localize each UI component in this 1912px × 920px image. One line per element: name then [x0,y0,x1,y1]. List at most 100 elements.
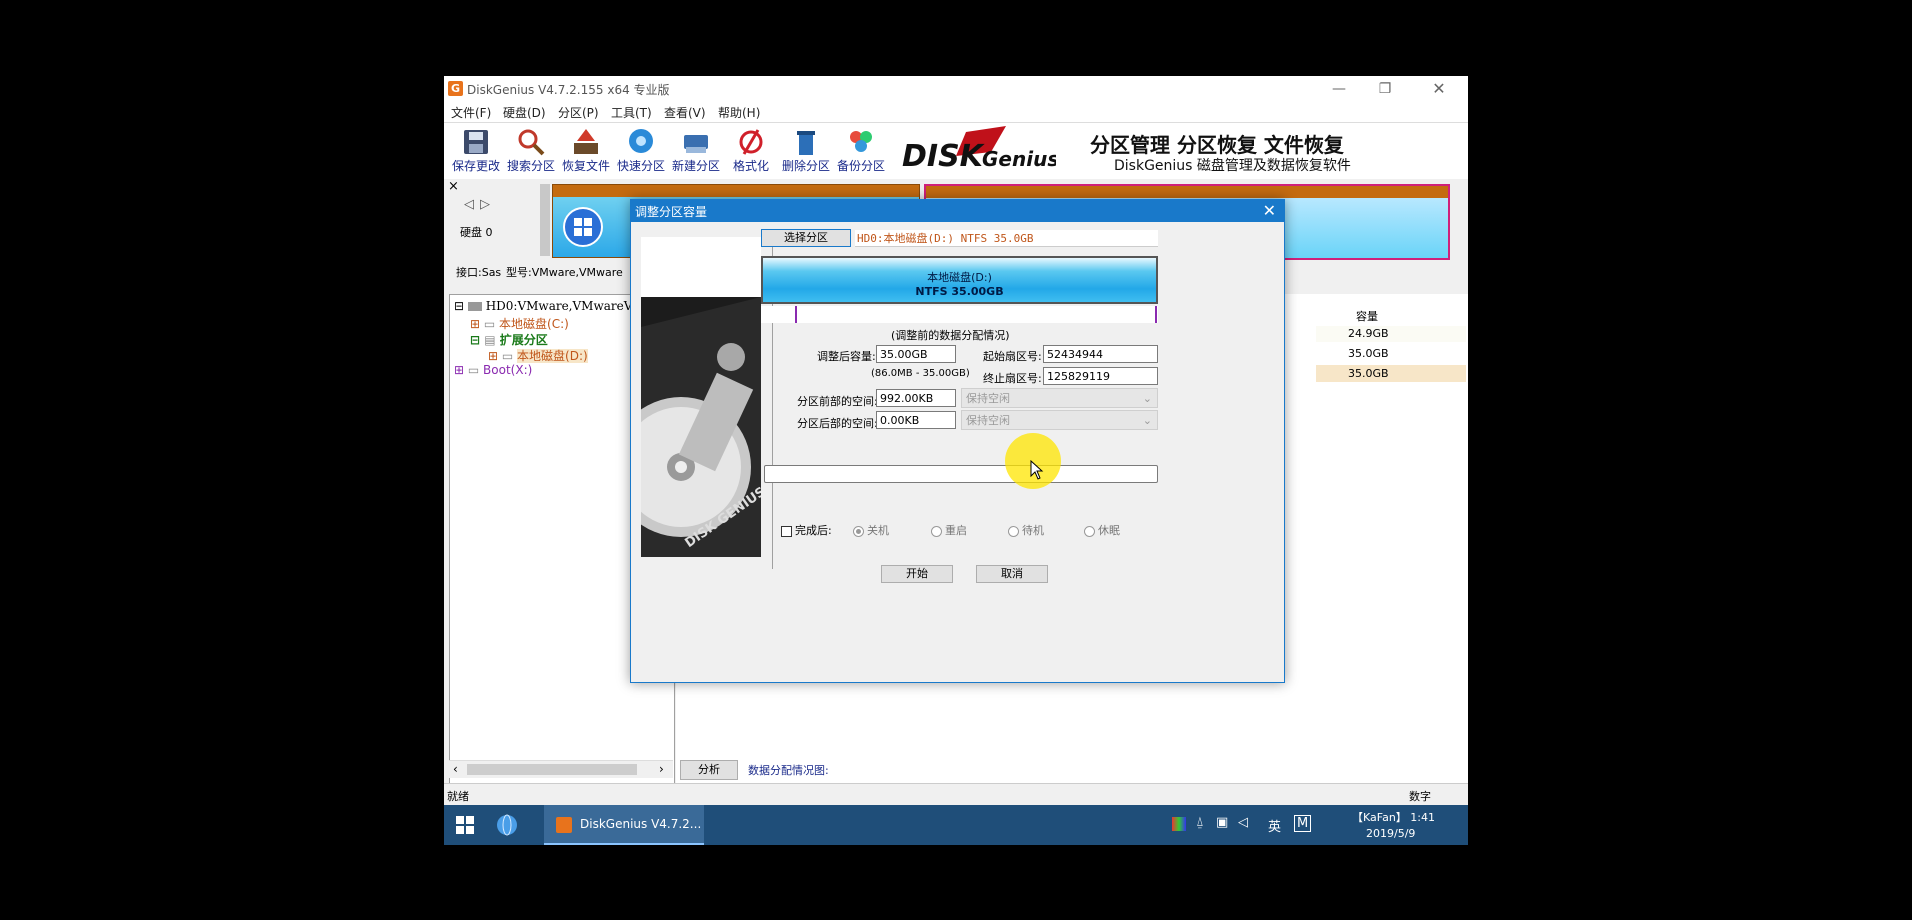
taskbar-app-diskgenius[interactable]: DiskGenius V4.7.2... [544,805,704,845]
quick-partition-button[interactable]: 快速分区 [614,125,668,177]
close-panel-icon[interactable]: × [448,179,459,194]
radio-button[interactable] [931,525,942,537]
clock-date: 2019/5/9 [1366,827,1416,840]
data-distribution-bar [761,306,1158,323]
next-disk-icon[interactable]: ▷ [480,197,490,212]
resize-partition-dialog: 调整分区容量 ✕ DISK GENIUS 选择分区 HD0:本地磁盘(D:) N… [611,199,1285,683]
banner-headline: 分区管理 分区恢复 文件恢复 [1090,133,1344,157]
delete-partition-icon [791,127,821,157]
before-space-input[interactable]: 992.00KB [876,389,956,407]
clock-user: 【KaFan】 1:41 [1352,811,1435,824]
volume-icon[interactable]: ◁ [1238,815,1248,830]
toolbar: 保存更改 搜索分区 恢复文件 快速分区 新建分区 格式化 删除分区 备份分区 D… [444,122,1468,179]
minimize-button[interactable]: — [1316,76,1362,102]
capacity-value: 35.0GB [1348,367,1389,380]
analyze-button[interactable]: 分析 [680,760,738,780]
disk-label: 硬盘 0 [460,226,493,239]
menu-view[interactable]: 查看(V) [664,104,706,121]
radio-shutdown[interactable]: 关机 [853,522,889,538]
usb-icon[interactable]: ⍙ [1196,815,1204,830]
drive-icon: ▭ [467,363,480,377]
scroll-thumb[interactable] [467,764,637,775]
radio-button[interactable] [853,525,864,537]
tree-node-d[interactable]: ⊞ ▭ 本地磁盘(D:) [488,347,588,364]
checkbox[interactable] [781,525,792,537]
before-space-select[interactable]: 保持空闲 ⌄ [961,388,1158,408]
delete-partition-button[interactable]: 删除分区 [779,125,833,177]
dialog-title-bar: 调整分区容量 ✕ [631,200,1284,222]
partition-preview-bar: 本地磁盘(D:) NTFS 35.00GB [761,256,1158,304]
tree-node-boot[interactable]: ⊞ ▭ Boot(X:) [454,363,532,377]
banner: DISK Genius 分区管理 分区恢复 文件恢复 DiskGenius 磁盘… [890,123,1468,179]
prev-disk-icon[interactable]: ◁ [464,197,474,212]
menu-tools[interactable]: 工具(T) [611,104,652,121]
menu-disk[interactable]: 硬盘(D) [503,104,546,121]
format-button[interactable]: 格式化 [724,125,778,177]
save-button[interactable]: 保存更改 [449,125,503,177]
taskbar: DiskGenius V4.7.2... ⍙ ▣ ◁ 英 M 【KaFan】 1… [444,805,1468,845]
tree-node-disk[interactable]: ⊟ HD0:VMware,VMwareVir [454,299,642,313]
svg-text:Genius: Genius [982,147,1056,171]
close-button[interactable]: ✕ [1416,76,1462,102]
dialog-side-image: DISK GENIUS [611,237,769,557]
radio-hibernate[interactable]: 休眠 [1084,522,1120,538]
input-language[interactable]: 英 [1268,816,1281,835]
partition-icon: ▭ [483,317,496,331]
radio-button[interactable] [1008,525,1019,537]
menu-partition[interactable]: 分区(P) [558,104,599,121]
before-space-label: 分区前部的空间: [797,395,878,408]
capacity-header: 容量 [1356,310,1378,323]
network-icon[interactable]: ▣ [1216,815,1228,830]
search-partition-button[interactable]: 搜索分区 [504,125,558,177]
status-bar: 就绪 数字 [444,783,1468,805]
end-sector-label: 终止扇区号: [983,372,1042,385]
select-partition-button[interactable]: 选择分区 [761,229,851,247]
radio-restart[interactable]: 重启 [931,522,967,538]
diskgenius-logo: DISK Genius [896,126,1056,176]
radio-standby[interactable]: 待机 [1008,522,1044,538]
numlock-indicator: 数字 [1409,790,1431,803]
capacity-value: 35.0GB [1348,347,1389,360]
extended-partition-icon: ▤ [484,333,496,347]
start-icon[interactable] [456,816,474,834]
selected-row-bg [1316,365,1466,382]
after-space-input[interactable]: 0.00KB [876,411,956,429]
tray-color-icon[interactable] [1172,817,1186,831]
size-input[interactable]: 35.00GB [876,345,956,363]
progress-bar [764,465,1158,483]
hard-drive-illustration: DISK GENIUS [611,237,769,557]
tree-node-extended[interactable]: ⊟ ▤ 扩展分区 [470,331,548,348]
recover-files-button[interactable]: 恢复文件 [559,125,613,177]
scroll-right-icon[interactable]: › [659,762,664,776]
on-finish-checkbox[interactable]: 完成后: [781,522,832,538]
backup-partition-icon [846,127,876,157]
tree-node-c[interactable]: ⊞ ▭ 本地磁盘(C:) [470,315,569,332]
menu-file[interactable]: 文件(F) [451,104,491,121]
start-sector-input[interactable]: 52434944 [1043,345,1158,363]
quick-partition-icon [626,127,656,157]
scroll-left-icon[interactable]: ‹ [453,762,458,776]
menu-help[interactable]: 帮助(H) [718,104,760,121]
dialog-title: 调整分区容量 [635,205,708,219]
radio-button[interactable] [1084,525,1095,537]
cancel-button[interactable]: 取消 [976,565,1048,583]
after-space-select[interactable]: 保持空闲 ⌄ [961,410,1158,430]
start-button[interactable]: 开始 [881,565,953,583]
distribution-marker [1155,306,1157,323]
taskbar-app-label: DiskGenius V4.7.2... [580,817,702,831]
section-caption: (调整前的数据分配情况) [891,329,1010,342]
browser-icon[interactable] [496,814,518,836]
tree-horizontal-scrollbar[interactable]: ‹ › [449,760,673,778]
partition-icon: ▭ [501,349,514,363]
ime-indicator[interactable]: M [1294,815,1312,832]
menu-bar: 文件(F) 硬盘(D) 分区(P) 工具(T) 查看(V) 帮助(H) [444,102,1468,122]
window-title: DiskGenius V4.7.2.155 x64 专业版 [467,83,670,97]
backup-partition-button[interactable]: 备份分区 [834,125,888,177]
dialog-close-button[interactable]: ✕ [1263,201,1276,220]
preview-partition-name: 本地磁盘(D:) [927,271,992,284]
new-partition-button[interactable]: 新建分区 [669,125,723,177]
end-sector-input[interactable]: 125829119 [1043,367,1158,385]
size-label: 调整后容量: [817,350,876,363]
restore-button[interactable]: ❐ [1362,76,1408,102]
disk-scroll-handle[interactable] [540,184,550,256]
